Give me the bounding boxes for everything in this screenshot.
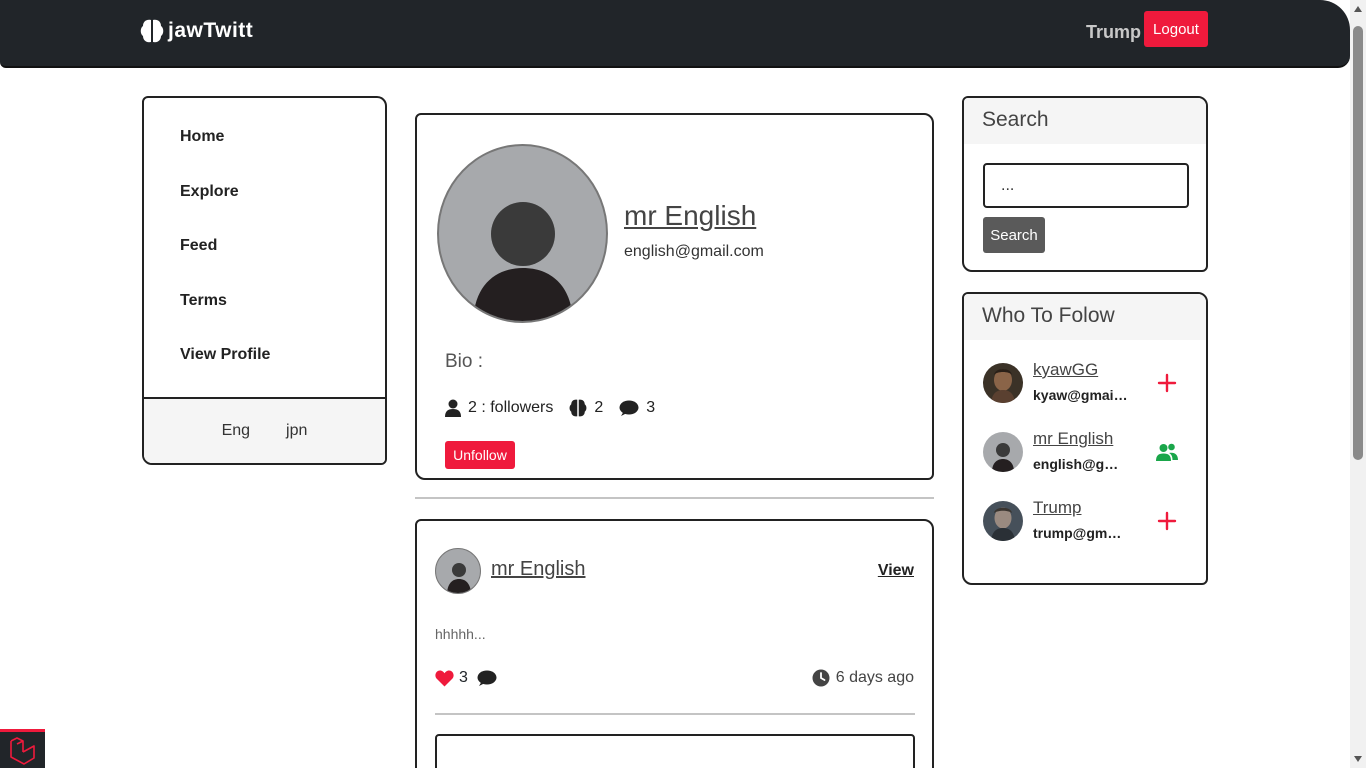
search-card-title: Search — [964, 98, 1206, 144]
profile-bio-label: Bio : — [445, 351, 484, 372]
sidebar-item-home[interactable]: Home — [180, 128, 385, 183]
sidebar-item-view-profile[interactable]: View Profile — [180, 346, 385, 401]
post-card: mr English View hhhhh... 3 6 days ago — [415, 519, 934, 768]
sidebar-item-feed[interactable]: Feed — [180, 237, 385, 292]
search-input[interactable] — [983, 163, 1189, 208]
avatar[interactable] — [983, 363, 1023, 403]
followers-stat[interactable]: 2 : followers — [445, 399, 553, 417]
follow-user-name[interactable]: Trump — [1033, 498, 1082, 518]
post-view-link[interactable]: View — [878, 562, 914, 580]
comment-icon — [619, 400, 639, 416]
profile-email: english@gmail.com — [624, 243, 764, 260]
brain-icon — [140, 19, 164, 43]
language-switcher: Eng jpn — [144, 397, 385, 463]
logout-button[interactable]: Logout — [1144, 11, 1208, 47]
user-photo-icon — [983, 501, 1023, 541]
search-card: Search Search — [962, 96, 1208, 272]
comment-input[interactable] — [435, 734, 915, 768]
who-to-follow-card: Who To Folow kyawGG kyaw@gmail.com mr En… — [962, 292, 1208, 585]
follow-user-name[interactable]: mr English — [1033, 429, 1113, 449]
follow-plus-icon[interactable] — [1155, 371, 1179, 395]
profile-avatar — [437, 144, 608, 323]
sidebar-nav: Home Explore Feed Terms View Profile Eng… — [142, 96, 387, 465]
posts-count: 2 — [594, 399, 604, 416]
comments-count: 3 — [646, 399, 656, 416]
scroll-down-arrow-icon[interactable] — [1354, 756, 1362, 762]
who-to-follow-title: Who To Folow — [964, 294, 1206, 340]
post-time-text: 6 days ago — [835, 669, 914, 686]
comments-stat: 3 — [619, 399, 655, 417]
top-navbar: jawTwitt Trump Logout — [0, 0, 1350, 68]
feed-divider — [415, 497, 934, 499]
sidebar-item-terms[interactable]: Terms — [180, 292, 385, 347]
follow-user-email: kyaw@gmail.com — [1033, 387, 1128, 403]
avatar[interactable] — [983, 432, 1023, 472]
post-author-avatar[interactable] — [435, 548, 481, 594]
page-scrollbar[interactable] — [1350, 0, 1366, 768]
sidebar-item-explore[interactable]: Explore — [180, 183, 385, 238]
scroll-up-arrow-icon[interactable] — [1354, 6, 1362, 12]
lang-jpn-link[interactable]: jpn — [286, 422, 307, 440]
follow-user-email: english@gmail.com — [1033, 456, 1128, 472]
profile-card: mr English english@gmail.com Bio : 2 : f… — [415, 113, 934, 480]
unfollow-button[interactable]: Unfollow — [445, 441, 515, 469]
profile-stats: 2 : followers 2 3 — [445, 398, 671, 418]
comment-icon[interactable] — [477, 670, 497, 687]
follow-plus-icon[interactable] — [1155, 509, 1179, 533]
follow-suggestion: kyawGG kyaw@gmail.com — [983, 360, 1193, 405]
profile-name[interactable]: mr English — [624, 200, 756, 232]
user-icon — [445, 399, 461, 417]
default-user-icon — [447, 563, 471, 593]
brain-icon — [569, 399, 587, 417]
laravel-icon — [10, 737, 35, 765]
default-user-icon — [473, 202, 573, 321]
brand-logo[interactable]: jawTwitt — [140, 18, 253, 44]
follow-suggestion: mr English english@gmail.com — [983, 429, 1193, 474]
following-users-icon[interactable] — [1155, 440, 1179, 464]
search-button[interactable]: Search — [983, 217, 1045, 253]
nav-username[interactable]: Trump — [1086, 22, 1141, 43]
post-divider — [435, 713, 915, 715]
avatar[interactable] — [983, 501, 1023, 541]
brand-name: jawTwitt — [168, 19, 254, 42]
post-timestamp: 6 days ago — [812, 669, 914, 687]
heart-icon[interactable] — [435, 670, 454, 687]
laravel-debug-badge[interactable] — [0, 729, 45, 768]
post-actions: 3 — [435, 669, 497, 687]
default-user-icon — [992, 443, 1014, 472]
lang-eng-link[interactable]: Eng — [222, 422, 250, 440]
follow-user-name[interactable]: kyawGG — [1033, 360, 1098, 380]
clock-icon — [812, 669, 830, 687]
followers-count: 2 : followers — [468, 399, 554, 416]
posts-stat: 2 — [569, 398, 603, 418]
user-photo-icon — [983, 363, 1023, 403]
follow-user-email: trump@gmail.com — [1033, 525, 1128, 541]
follow-suggestion: Trump trump@gmail.com — [983, 498, 1193, 543]
post-content: hhhhh... — [435, 626, 486, 642]
post-author-name[interactable]: mr English — [491, 558, 585, 581]
scroll-thumb[interactable] — [1353, 26, 1363, 460]
post-like-count: 3 — [459, 669, 468, 686]
